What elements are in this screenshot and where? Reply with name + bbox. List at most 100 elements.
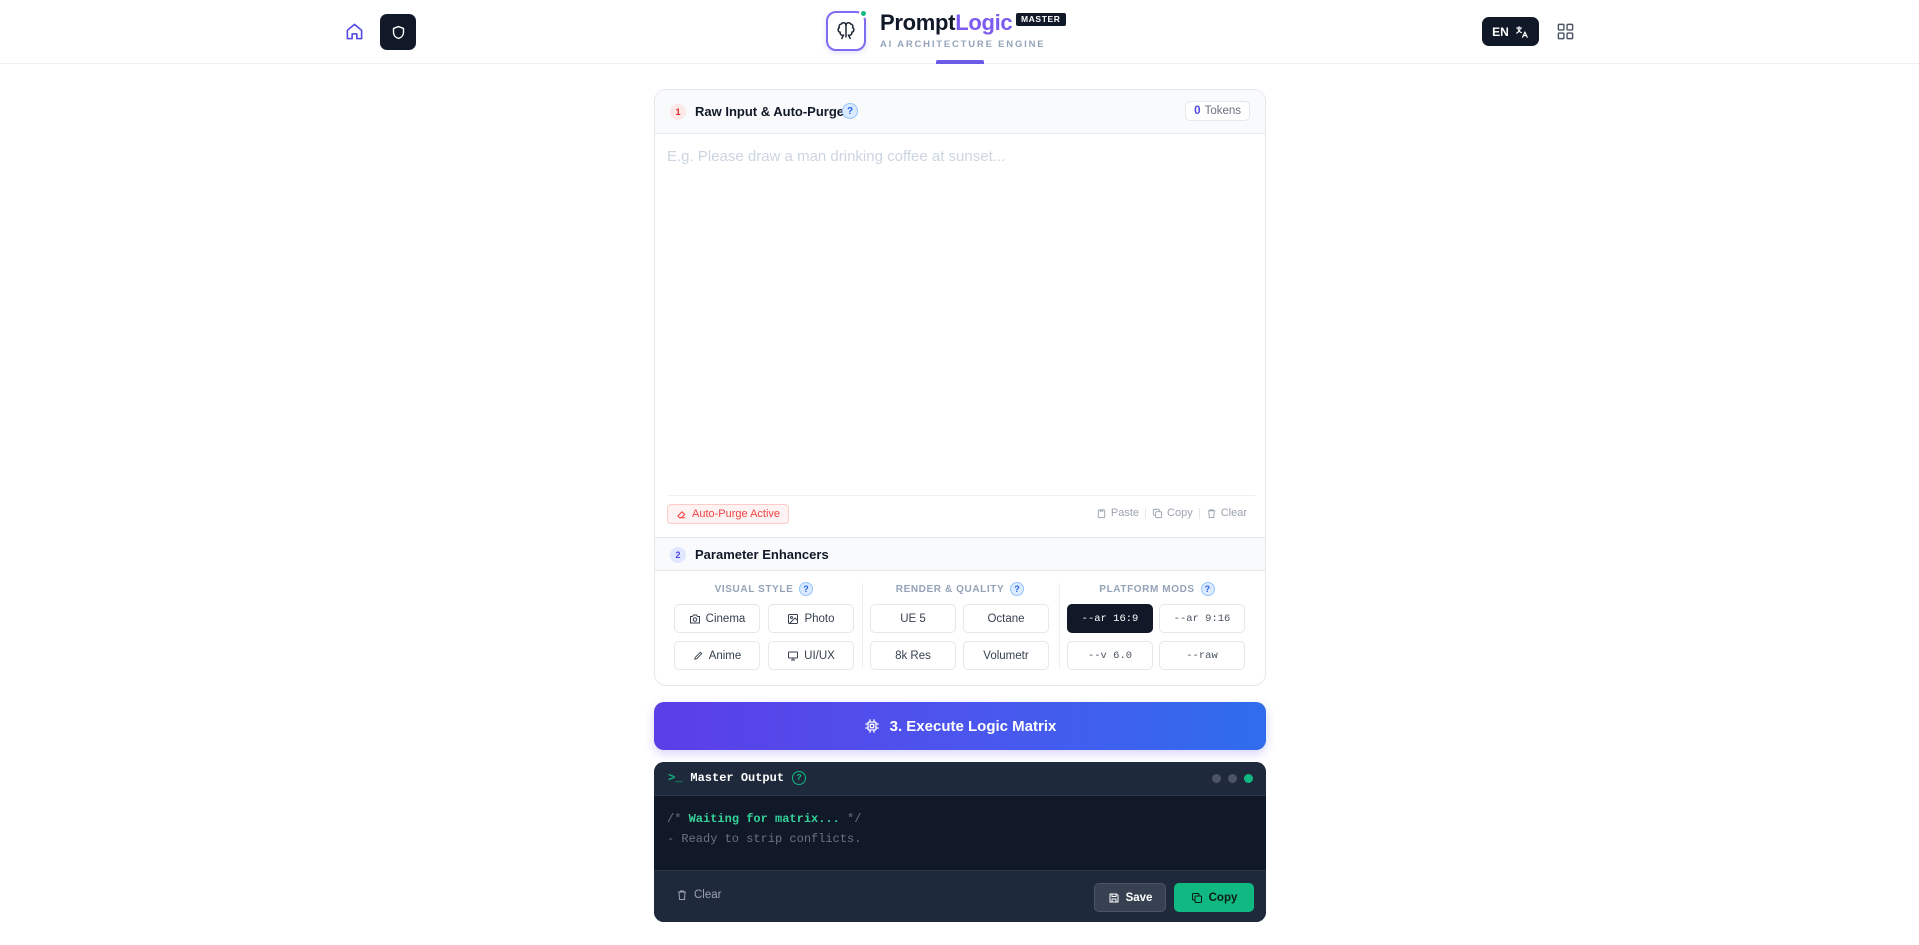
execute-button[interactable]: 3. Execute Logic Matrix (654, 702, 1266, 750)
copy-output-button[interactable]: Copy (1174, 883, 1254, 912)
render-quality-title: RENDER & QUALITY? (862, 582, 1058, 596)
visual-style-title: VISUAL STYLE? (666, 582, 862, 596)
clear-input-button[interactable]: Clear (1200, 507, 1253, 519)
option-label: UE 5 (900, 612, 926, 625)
option-label: --v 6.0 (1087, 649, 1133, 662)
render-quality-group: RENDER & QUALITY? UE 5 Octane 8k Res Vol… (862, 571, 1058, 671)
language-button[interactable]: EN (1482, 17, 1539, 46)
terminal-footer: Clear Save Copy (654, 870, 1266, 922)
option-label: --ar 16:9 (1081, 612, 1139, 625)
brain-icon (837, 22, 855, 40)
option-label: Cinema (705, 612, 746, 625)
option-photo[interactable]: Photo (768, 604, 854, 633)
copy-label: Copy (1167, 507, 1193, 519)
clear-output-label: Clear (694, 889, 722, 901)
cpu-icon (864, 719, 879, 733)
terminal-output: /* Waiting for matrix... */ - Ready to s… (667, 809, 861, 849)
render-quality-label: RENDER & QUALITY (895, 583, 1005, 595)
input-tools: Paste Copy Clear (1090, 507, 1253, 519)
brand-logic: Logic (955, 10, 1013, 35)
trash-icon (678, 890, 686, 900)
option-ui-ux[interactable]: UI/UX (768, 641, 854, 670)
window-dots (1212, 774, 1253, 783)
visual-style-group: VISUAL STYLE? Cinema Photo Anime UI/UX (666, 571, 862, 671)
master-badge: MASTER (1016, 13, 1066, 26)
option-ar-9-16[interactable]: --ar 9:16 (1159, 604, 1245, 633)
shield-button[interactable] (380, 14, 416, 50)
comment-close: */ (839, 812, 862, 826)
help-icon[interactable]: ? (799, 582, 814, 596)
window-dot-active (1244, 774, 1253, 783)
monitor-icon (788, 651, 799, 660)
option-raw[interactable]: --raw (1159, 641, 1245, 670)
option-ar-16-9[interactable]: --ar 16:9 (1067, 604, 1153, 633)
prompt-card: 1 Raw Input & Auto-Purge ? 0 Tokens Auto… (654, 89, 1266, 686)
waiting-text: Waiting for matrix... (688, 812, 840, 826)
window-dot (1212, 774, 1221, 783)
parameter-columns: VISUAL STYLE? Cinema Photo Anime UI/UX R… (655, 571, 1265, 685)
raw-input-header: 1 Raw Input & Auto-Purge ? 0 Tokens (655, 90, 1265, 134)
option-label: --raw (1186, 649, 1218, 662)
logo[interactable] (826, 9, 868, 51)
platform-mods-title: PLATFORM MODS? (1059, 582, 1255, 596)
copy-output-label: Copy (1208, 891, 1238, 904)
option-label: UI/UX (804, 649, 835, 662)
copy-icon (1191, 892, 1202, 903)
option-v-6[interactable]: --v 6.0 (1067, 641, 1153, 670)
platform-mods-label: PLATFORM MODS (1099, 583, 1195, 595)
terminal-header: >_ Master Output ? (654, 762, 1266, 796)
option-cinema[interactable]: Cinema (674, 604, 760, 633)
option-label: Octane (987, 612, 1025, 625)
output-line-2: - Ready to strip conflicts. (667, 832, 862, 846)
option-octane[interactable]: Octane (963, 604, 1049, 633)
top-header: PromptLogic MASTER AI ARCHITECTURE ENGIN… (0, 0, 1919, 64)
option-label: --ar 9:16 (1173, 612, 1231, 625)
save-label: Save (1125, 891, 1153, 904)
help-icon[interactable]: ? (842, 103, 858, 119)
output-line-1: /* Waiting for matrix... */ (667, 809, 861, 829)
apps-grid-button[interactable] (1555, 21, 1575, 41)
platform-mods-group: PLATFORM MODS? --ar 16:9 --ar 9:16 --v 6… (1059, 571, 1255, 671)
parameter-title: Parameter Enhancers (695, 547, 829, 562)
auto-purge-label: Auto-Purge Active (692, 508, 781, 520)
home-button[interactable] (337, 14, 371, 48)
save-button[interactable]: Save (1094, 883, 1166, 912)
grid-icon (1557, 23, 1573, 39)
comment-open: /* (667, 812, 689, 826)
status-dot (859, 9, 868, 18)
option-label: Volumetr (983, 649, 1029, 662)
help-icon[interactable]: ? (792, 771, 807, 785)
brand-title: PromptLogic (880, 10, 1013, 36)
paste-icon (1097, 508, 1106, 518)
clear-output-button[interactable]: Clear (676, 889, 721, 901)
image-icon (788, 613, 799, 624)
pen-icon (693, 651, 703, 660)
option-label: Anime (708, 649, 742, 662)
trash-icon (1207, 508, 1215, 518)
token-counter: 0 Tokens (1185, 101, 1250, 121)
paste-label: Paste (1110, 507, 1140, 519)
terminal-title-label: Master Output (690, 771, 785, 785)
divider (667, 495, 1255, 496)
shield-icon (392, 25, 404, 39)
home-icon (346, 23, 362, 39)
help-icon[interactable]: ? (1010, 582, 1025, 596)
option-anime[interactable]: Anime (674, 641, 760, 670)
step-number-1: 1 (670, 104, 686, 120)
option-8k-res[interactable]: 8k Res (870, 641, 956, 670)
parameter-header: 2 Parameter Enhancers (655, 537, 1265, 571)
master-output-panel: >_ Master Output ? /* Waiting for matrix… (654, 762, 1266, 922)
option-label: 8k Res (895, 649, 931, 662)
option-volumetric[interactable]: Volumetr (963, 641, 1049, 670)
terminal-title: >_ Master Output ? (668, 771, 807, 785)
option-ue5[interactable]: UE 5 (870, 604, 956, 633)
paste-button[interactable]: Paste (1090, 507, 1145, 519)
copy-icon (1152, 508, 1163, 518)
raw-input-field[interactable] (655, 134, 1265, 484)
auto-purge-badge: Auto-Purge Active (667, 504, 790, 524)
step-number-2: 2 (670, 547, 686, 563)
help-icon[interactable]: ? (1200, 582, 1215, 596)
window-dot (1228, 774, 1237, 783)
copy-input-button[interactable]: Copy (1146, 507, 1199, 519)
tagline: AI ARCHITECTURE ENGINE (880, 39, 1046, 50)
